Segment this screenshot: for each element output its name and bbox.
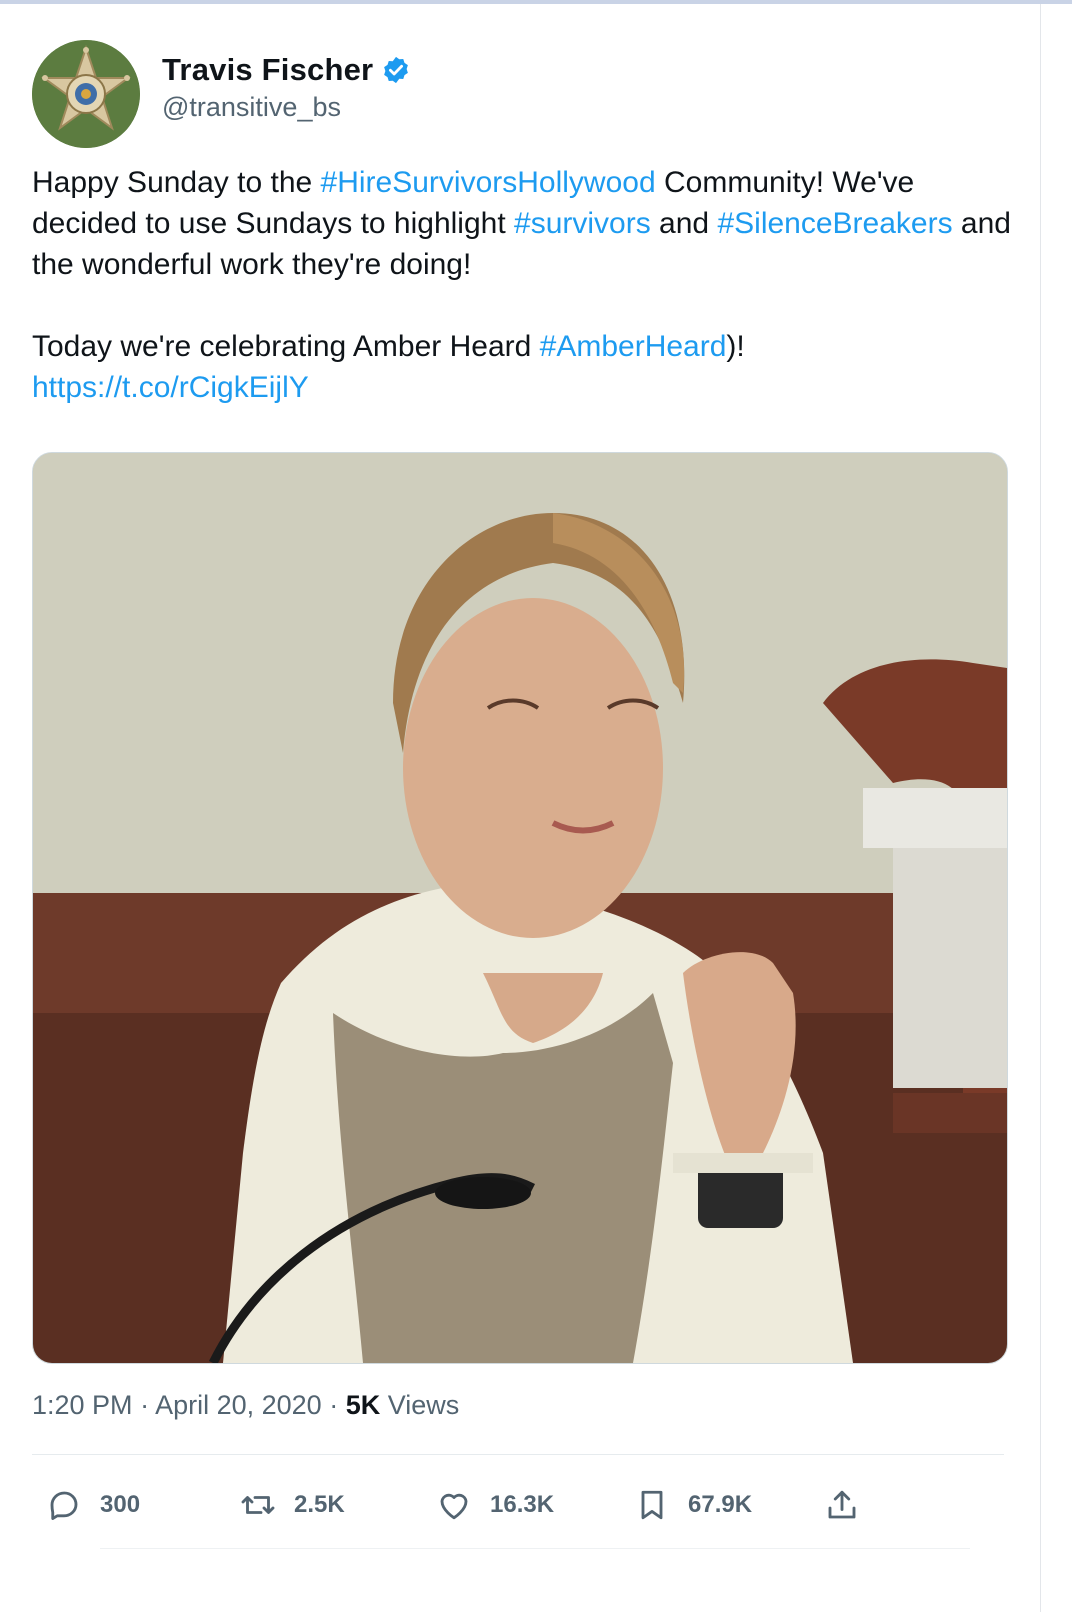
author-handle[interactable]: @transitive_bs bbox=[162, 92, 341, 123]
sheriff-star-badge-icon bbox=[32, 40, 140, 148]
reply-icon bbox=[50, 1491, 78, 1520]
tweet-text-segment: Today we're celebrating Amber Heard bbox=[32, 330, 540, 363]
heart-icon bbox=[440, 1493, 468, 1520]
tweet-text-segment: Happy Sunday to the bbox=[32, 166, 321, 199]
bookmark-count: 67.9K bbox=[688, 1491, 753, 1518]
meta-separator: · bbox=[321, 1390, 346, 1420]
retweet-count: 2.5K bbox=[294, 1491, 345, 1518]
hashtag-link[interactable]: #SilenceBreakers bbox=[717, 207, 952, 240]
verified-badge-icon bbox=[384, 56, 409, 84]
tweet-media-photo[interactable] bbox=[32, 452, 1008, 1364]
tweet-meta: 1:20 PM · April 20, 2020 · 5K Views bbox=[32, 1390, 459, 1421]
tweet-card: Travis Fischer @transitive_bs Happy Sund… bbox=[0, 4, 1040, 1612]
tweet-date[interactable]: April 20, 2020 bbox=[155, 1390, 322, 1420]
tweet-actions-bar: 300 2.5K 16.3K 67.9K bbox=[46, 1482, 1006, 1528]
author-name-row[interactable]: Travis Fischer bbox=[162, 52, 411, 88]
divider bbox=[32, 1454, 1004, 1455]
photo-image bbox=[33, 453, 1007, 1363]
meta-separator: · bbox=[132, 1390, 156, 1420]
reply-button[interactable]: 300 bbox=[46, 1482, 140, 1528]
bookmark-icon bbox=[641, 1490, 663, 1520]
retweet-icon bbox=[241, 1496, 275, 1514]
bookmark-button[interactable]: 67.9K bbox=[634, 1482, 752, 1528]
tweet-paragraph-1: Happy Sunday to the #HireSurvivorsHollyw… bbox=[32, 162, 1022, 285]
tweet-url-link[interactable]: https://t.co/rCigkEijlY bbox=[32, 371, 309, 404]
share-icon bbox=[828, 1490, 856, 1519]
window-right-border bbox=[1040, 4, 1041, 1612]
bottom-divider bbox=[100, 1548, 970, 1549]
tweet-text-segment: and bbox=[650, 207, 718, 240]
like-count: 16.3K bbox=[490, 1491, 555, 1518]
hashtag-link[interactable]: #AmberHeard bbox=[540, 330, 727, 363]
tweet-text: Happy Sunday to the #HireSurvivorsHollyw… bbox=[32, 162, 1022, 408]
tweet-paragraph-2: Today we're celebrating Amber Heard #Amb… bbox=[32, 326, 1022, 408]
author-name[interactable]: Travis Fischer bbox=[162, 52, 373, 88]
reply-count: 300 bbox=[100, 1491, 141, 1518]
like-button[interactable]: 16.3K bbox=[436, 1482, 554, 1528]
hashtag-link[interactable]: #HireSurvivorsHollywood bbox=[321, 166, 656, 199]
views-label: Views bbox=[380, 1390, 460, 1420]
share-button[interactable] bbox=[824, 1482, 860, 1528]
tweet-text-segment: )! bbox=[726, 330, 745, 363]
tweet-time[interactable]: 1:20 PM bbox=[32, 1390, 133, 1420]
avatar[interactable] bbox=[32, 40, 140, 148]
views-count: 5K bbox=[345, 1390, 381, 1420]
hashtag-link[interactable]: #survivors bbox=[514, 207, 651, 240]
retweet-button[interactable]: 2.5K bbox=[240, 1482, 345, 1528]
